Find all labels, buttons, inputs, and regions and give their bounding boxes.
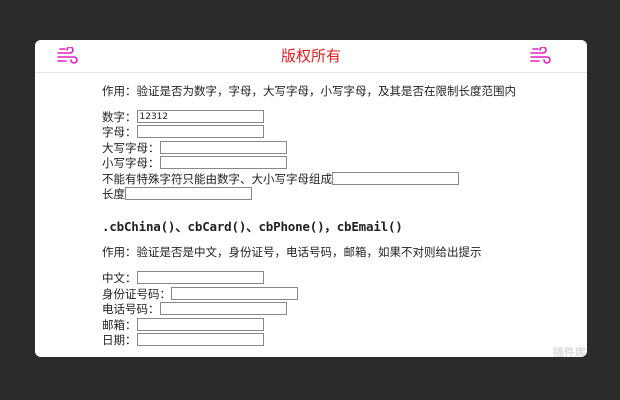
phone-row: 电话号码： — [102, 301, 287, 316]
chinese-input[interactable] — [136, 271, 264, 284]
alnum-input[interactable] — [332, 172, 459, 185]
alnum-row: 不能有特殊字符只能由数字、大小写字母组成 — [102, 171, 459, 186]
date-label: 日期： — [102, 332, 137, 347]
wind-icon — [530, 47, 551, 64]
phone-input[interactable] — [159, 302, 287, 315]
alnum-label: 不能有特殊字符只能由数字、大小写字母组成 — [102, 171, 332, 186]
idcard-row: 身份证号码： — [102, 286, 298, 301]
header-bar: 版权所有 — [35, 40, 587, 73]
letter-row: 字母： — [102, 124, 264, 139]
main-card: 版权所有 作用：验证是否为数字，字母，大写字母，小写字母，及其是否在限制长度范围… — [35, 40, 587, 357]
chinese-row: 中文： — [102, 270, 264, 285]
letter-label: 字母： — [102, 124, 137, 139]
lowercase-input[interactable] — [159, 156, 287, 169]
email-row: 邮箱： — [102, 317, 264, 332]
section1-description: 作用：验证是否为数字，字母，大写字母，小写字母，及其是否在限制长度范围内 — [102, 84, 516, 98]
uppercase-input[interactable] — [159, 141, 287, 154]
lowercase-label: 小写字母： — [102, 155, 160, 170]
section2-description: 作用：验证是否是中文，身份证号，电话号码，邮箱，如果不对则给出提示 — [102, 245, 482, 259]
length-input[interactable] — [125, 187, 252, 200]
uppercase-row: 大写字母： — [102, 140, 287, 155]
length-row: 长度 — [102, 186, 252, 201]
chinese-label: 中文： — [102, 270, 137, 285]
idcard-input[interactable] — [171, 287, 298, 300]
letter-input[interactable] — [136, 125, 264, 138]
lowercase-row: 小写字母： — [102, 155, 287, 170]
section2-title: .cbChina()、cbCard()、cbPhone()，cbEmail() — [102, 219, 403, 234]
date-row: 日期： — [102, 332, 264, 347]
number-label: 数字： — [102, 109, 137, 124]
number-input[interactable] — [136, 110, 264, 123]
email-input[interactable] — [136, 318, 264, 331]
uppercase-label: 大写字母： — [102, 140, 160, 155]
watermark-subtext: 插件库 — [553, 345, 586, 357]
number-row: 数字： — [102, 109, 264, 124]
email-label: 邮箱： — [102, 317, 137, 332]
page-title: 版权所有 — [280, 47, 341, 65]
idcard-label: 身份证号码： — [102, 286, 171, 301]
date-input[interactable] — [136, 333, 264, 346]
length-label: 长度 — [102, 186, 125, 201]
jquery-logo-watermark: jQuery 插件库 — [496, 345, 588, 357]
phone-label: 电话号码： — [102, 301, 160, 316]
